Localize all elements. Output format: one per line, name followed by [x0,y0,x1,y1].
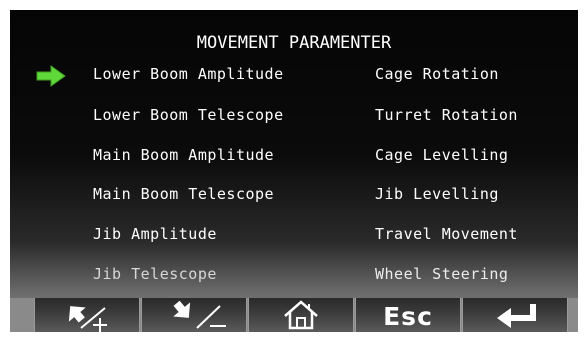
menu-item-main-boom-amplitude[interactable]: Main Boom Amplitude [93,146,274,164]
down-arrow-minus-icon [173,300,226,329]
menu-item-lower-boom-amplitude[interactable]: Lower Boom Amplitude [93,65,284,83]
selection-arrow-icon [36,65,66,87]
menu-item-jib-amplitude[interactable]: Jib Amplitude [93,225,217,243]
menu-item-jib-levelling[interactable]: Jib Levelling [375,185,499,203]
down-minus-button[interactable] [141,298,247,332]
menu-item-wheel-steering[interactable]: Wheel Steering [375,265,508,283]
esc-button[interactable]: Esc [355,298,461,332]
hmi-screen: MOVEMENT PARAMENTER Lower Boom Amplitude… [10,10,578,332]
up-arrow-plus-icon [68,306,107,332]
up-plus-button[interactable] [34,298,140,332]
menu-item-lower-boom-telescope[interactable]: Lower Boom Telescope [93,106,284,124]
menu-item-turret-rotation[interactable]: Turret Rotation [375,106,518,124]
menu-item-cage-levelling[interactable]: Cage Levelling [375,146,508,164]
enter-return-icon [497,304,536,328]
menu-item-cage-rotation[interactable]: Cage Rotation [375,65,499,83]
esc-label: Esc [383,302,433,331]
home-icon [284,300,318,330]
page-title: MOVEMENT PARAMENTER [196,33,392,53]
menu-item-jib-telescope[interactable]: Jib Telescope [93,265,217,283]
menu-item-main-boom-telescope[interactable]: Main Boom Telescope [93,185,274,203]
enter-button[interactable] [462,298,568,332]
menu-item-travel-movement[interactable]: Travel Movement [375,225,518,243]
home-button[interactable] [248,298,354,332]
